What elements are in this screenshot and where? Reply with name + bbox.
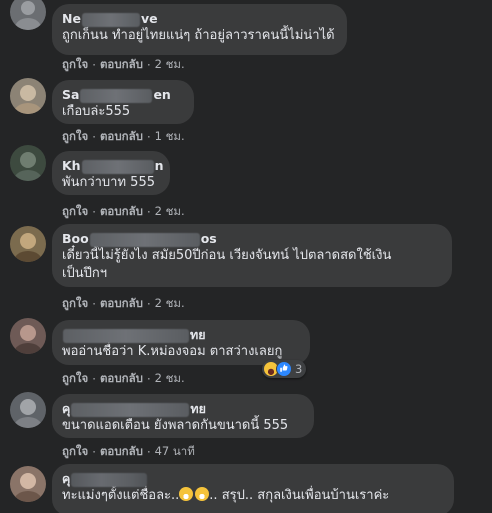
comment-actions: ถูกใจ · ตอบกลับ · 1 ชม. [62,129,185,144]
comment-thread: Ne ve ถูกเก็นน ทำอยู่ไทยแน่ๆ ถ้าอยู่ลาวรา… [0,0,492,513]
comment-timestamp[interactable]: 1 ชม. [155,129,185,143]
like-button[interactable]: ถูกใจ [62,444,88,458]
avatar[interactable] [10,392,46,428]
author-name-start: Ne [62,11,81,26]
comment-actions: ถูกใจ · ตอบกลับ · 2 ชม. [62,57,185,72]
comment-timestamp[interactable]: 2 ชม. [155,57,185,71]
like-button[interactable]: ถูกใจ [62,57,88,71]
comment-timestamp[interactable]: 2 ชม. [155,204,185,218]
author-name-end: n [154,158,164,173]
author-name-end: en [153,87,171,102]
comment-text-line-1: เดี๋ยวนี้ไม่รู้ยังไง สมัย50ปีก่อน เวียงจ… [62,248,392,263]
reactions-summary[interactable]: 3 [262,360,307,378]
reply-button[interactable]: ตอบกลับ [100,296,143,310]
avatar[interactable] [10,226,46,262]
author-name-end: os [200,231,217,246]
comment-timestamp[interactable]: 47 นาที [155,444,195,458]
avatar[interactable] [10,318,46,354]
comment-bubble: Kh n พันกว่าบาท 555 [52,151,170,195]
comment-bubble: Ne ve ถูกเก็นน ทำอยู่ไทยแน่ๆ ถ้าอยู่ลาวรา… [52,4,347,55]
comment-text: ทะแม่งๆตั้งแต่ชื่อละ.. .. สรุป.. สกุลเงิน… [62,487,442,505]
comment-actions: ถูกใจ · ตอบกลับ · 2 ชม. [62,296,185,311]
redacted-name [71,402,190,417]
comment-text: ขนาดแอดเตือน ยังพลาดกันขนาดนี้ 555 [62,418,289,433]
like-button[interactable]: ถูกใจ [62,296,88,310]
reply-button[interactable]: ตอบกลับ [100,204,143,218]
reply-button[interactable]: ตอบกลับ [100,444,143,458]
author-name-start: Sa [62,87,80,102]
avatar[interactable] [10,0,46,30]
comment-timestamp[interactable]: 2 ชม. [155,371,185,385]
author-name-start: คุ [62,401,71,416]
comment-actions: ถูกใจ · ตอบกลับ · 47 นาที [62,444,195,459]
comment-text-part-2: .. สรุป.. สกุลเงินเพื่อนบ้านเราค่ะ [209,488,390,503]
reply-button[interactable]: ตอบกลับ [100,57,143,71]
comment-text-part-1: ทะแม่งๆตั้งแต่ชื่อละ.. [62,488,180,503]
comment-bubble: ทย พออ่านชื่อว่า K.หม่องจอม ตาสว่างเลยกู [52,320,310,365]
avatar[interactable] [10,145,46,181]
like-icon [276,361,292,377]
comment-bubble: Boo os เดี๋ยวนี้ไม่รู้ยังไง สมัย50ปีก่อน … [52,224,452,287]
comment-author[interactable]: ทย [62,327,298,343]
grimacing-face-icon [179,487,194,501]
comment-author[interactable]: Sa en [62,87,182,103]
comment-text: พันกว่าบาท 555 [62,175,155,190]
author-name-start: Kh [62,158,81,173]
like-button[interactable]: ถูกใจ [62,129,88,143]
comment-bubble: Sa en เกือบล่ะ555 [52,80,194,124]
comment-author[interactable]: คุ [62,471,442,487]
reaction-count: 3 [295,362,303,376]
redacted-name [89,232,200,247]
author-name-start: คุ [62,471,71,486]
author-name-end: ve [140,11,158,26]
comment-author[interactable]: Kh n [62,158,164,174]
author-name-end: ทย [190,401,206,416]
comment-text: ถูกเก็นน ทำอยู่ไทยแน่ๆ ถ้าอยู่ลาวราคนนี้… [62,28,335,43]
comment-author[interactable]: Boo os [62,231,440,247]
redacted-name [80,88,153,103]
reply-button[interactable]: ตอบกลับ [100,371,143,385]
redacted-name [81,159,154,174]
comment-text: พออ่านชื่อว่า K.หม่องจอม ตาสว่างเลยกู [62,344,283,359]
avatar[interactable] [10,78,46,114]
like-button[interactable]: ถูกใจ [62,204,88,218]
avatar[interactable] [10,466,46,502]
comment-bubble: คุ ทย ขนาดแอดเตือน ยังพลาดกันขนาดนี้ 555 [52,394,314,438]
comment-timestamp[interactable]: 2 ชม. [155,296,185,310]
redacted-name [71,472,148,487]
redacted-name [81,12,140,27]
author-name-end: ทย [190,327,206,342]
grimacing-face-icon [195,487,210,501]
comment-actions: ถูกใจ · ตอบกลับ · 2 ชม. [62,371,185,386]
author-name-start: Boo [62,231,89,246]
like-button[interactable]: ถูกใจ [62,371,88,385]
comment-author[interactable]: Ne ve [62,11,335,27]
reply-button[interactable]: ตอบกลับ [100,129,143,143]
comment-actions: ถูกใจ · ตอบกลับ · 2 ชม. [62,204,185,219]
comment-text-line-2: เป็นปึกฯ [62,266,108,281]
redacted-name [63,328,189,343]
comment-author[interactable]: คุ ทย [62,401,302,417]
comment-bubble: คุ ทะแม่งๆตั้งแต่ชื่อละ.. .. สรุป.. สกุลเ… [52,464,454,513]
comment-text: เกือบล่ะ555 [62,104,131,119]
